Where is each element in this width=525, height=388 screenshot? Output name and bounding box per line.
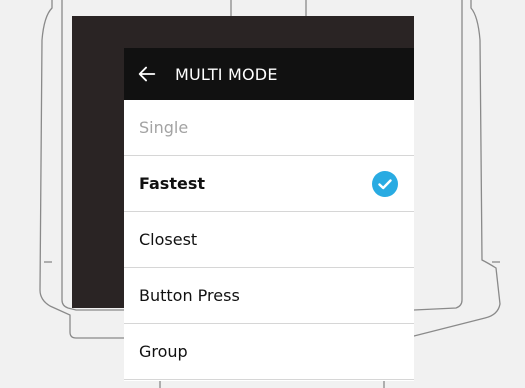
check-circle-icon <box>372 170 398 197</box>
header-bar: MULTI MODE <box>124 48 414 100</box>
arrow-left-icon[interactable] <box>135 62 159 86</box>
options-list: Single Fastest Closest Button Press Grou… <box>124 100 414 380</box>
option-label: Single <box>139 118 189 137</box>
option-closest[interactable]: Closest <box>124 212 414 268</box>
option-button-press[interactable]: Button Press <box>124 268 414 324</box>
option-label: Button Press <box>139 286 240 305</box>
option-label: Fastest <box>139 174 205 193</box>
multi-mode-panel: MULTI MODE Single Fastest Closest Button… <box>124 48 414 381</box>
page-title: MULTI MODE <box>175 64 278 84</box>
device-stage: MULTI MODE Single Fastest Closest Button… <box>0 0 525 388</box>
option-fastest[interactable]: Fastest <box>124 156 414 212</box>
option-group[interactable]: Group <box>124 324 414 380</box>
option-label: Closest <box>139 230 198 249</box>
option-single: Single <box>124 100 414 156</box>
option-label: Group <box>139 342 188 361</box>
